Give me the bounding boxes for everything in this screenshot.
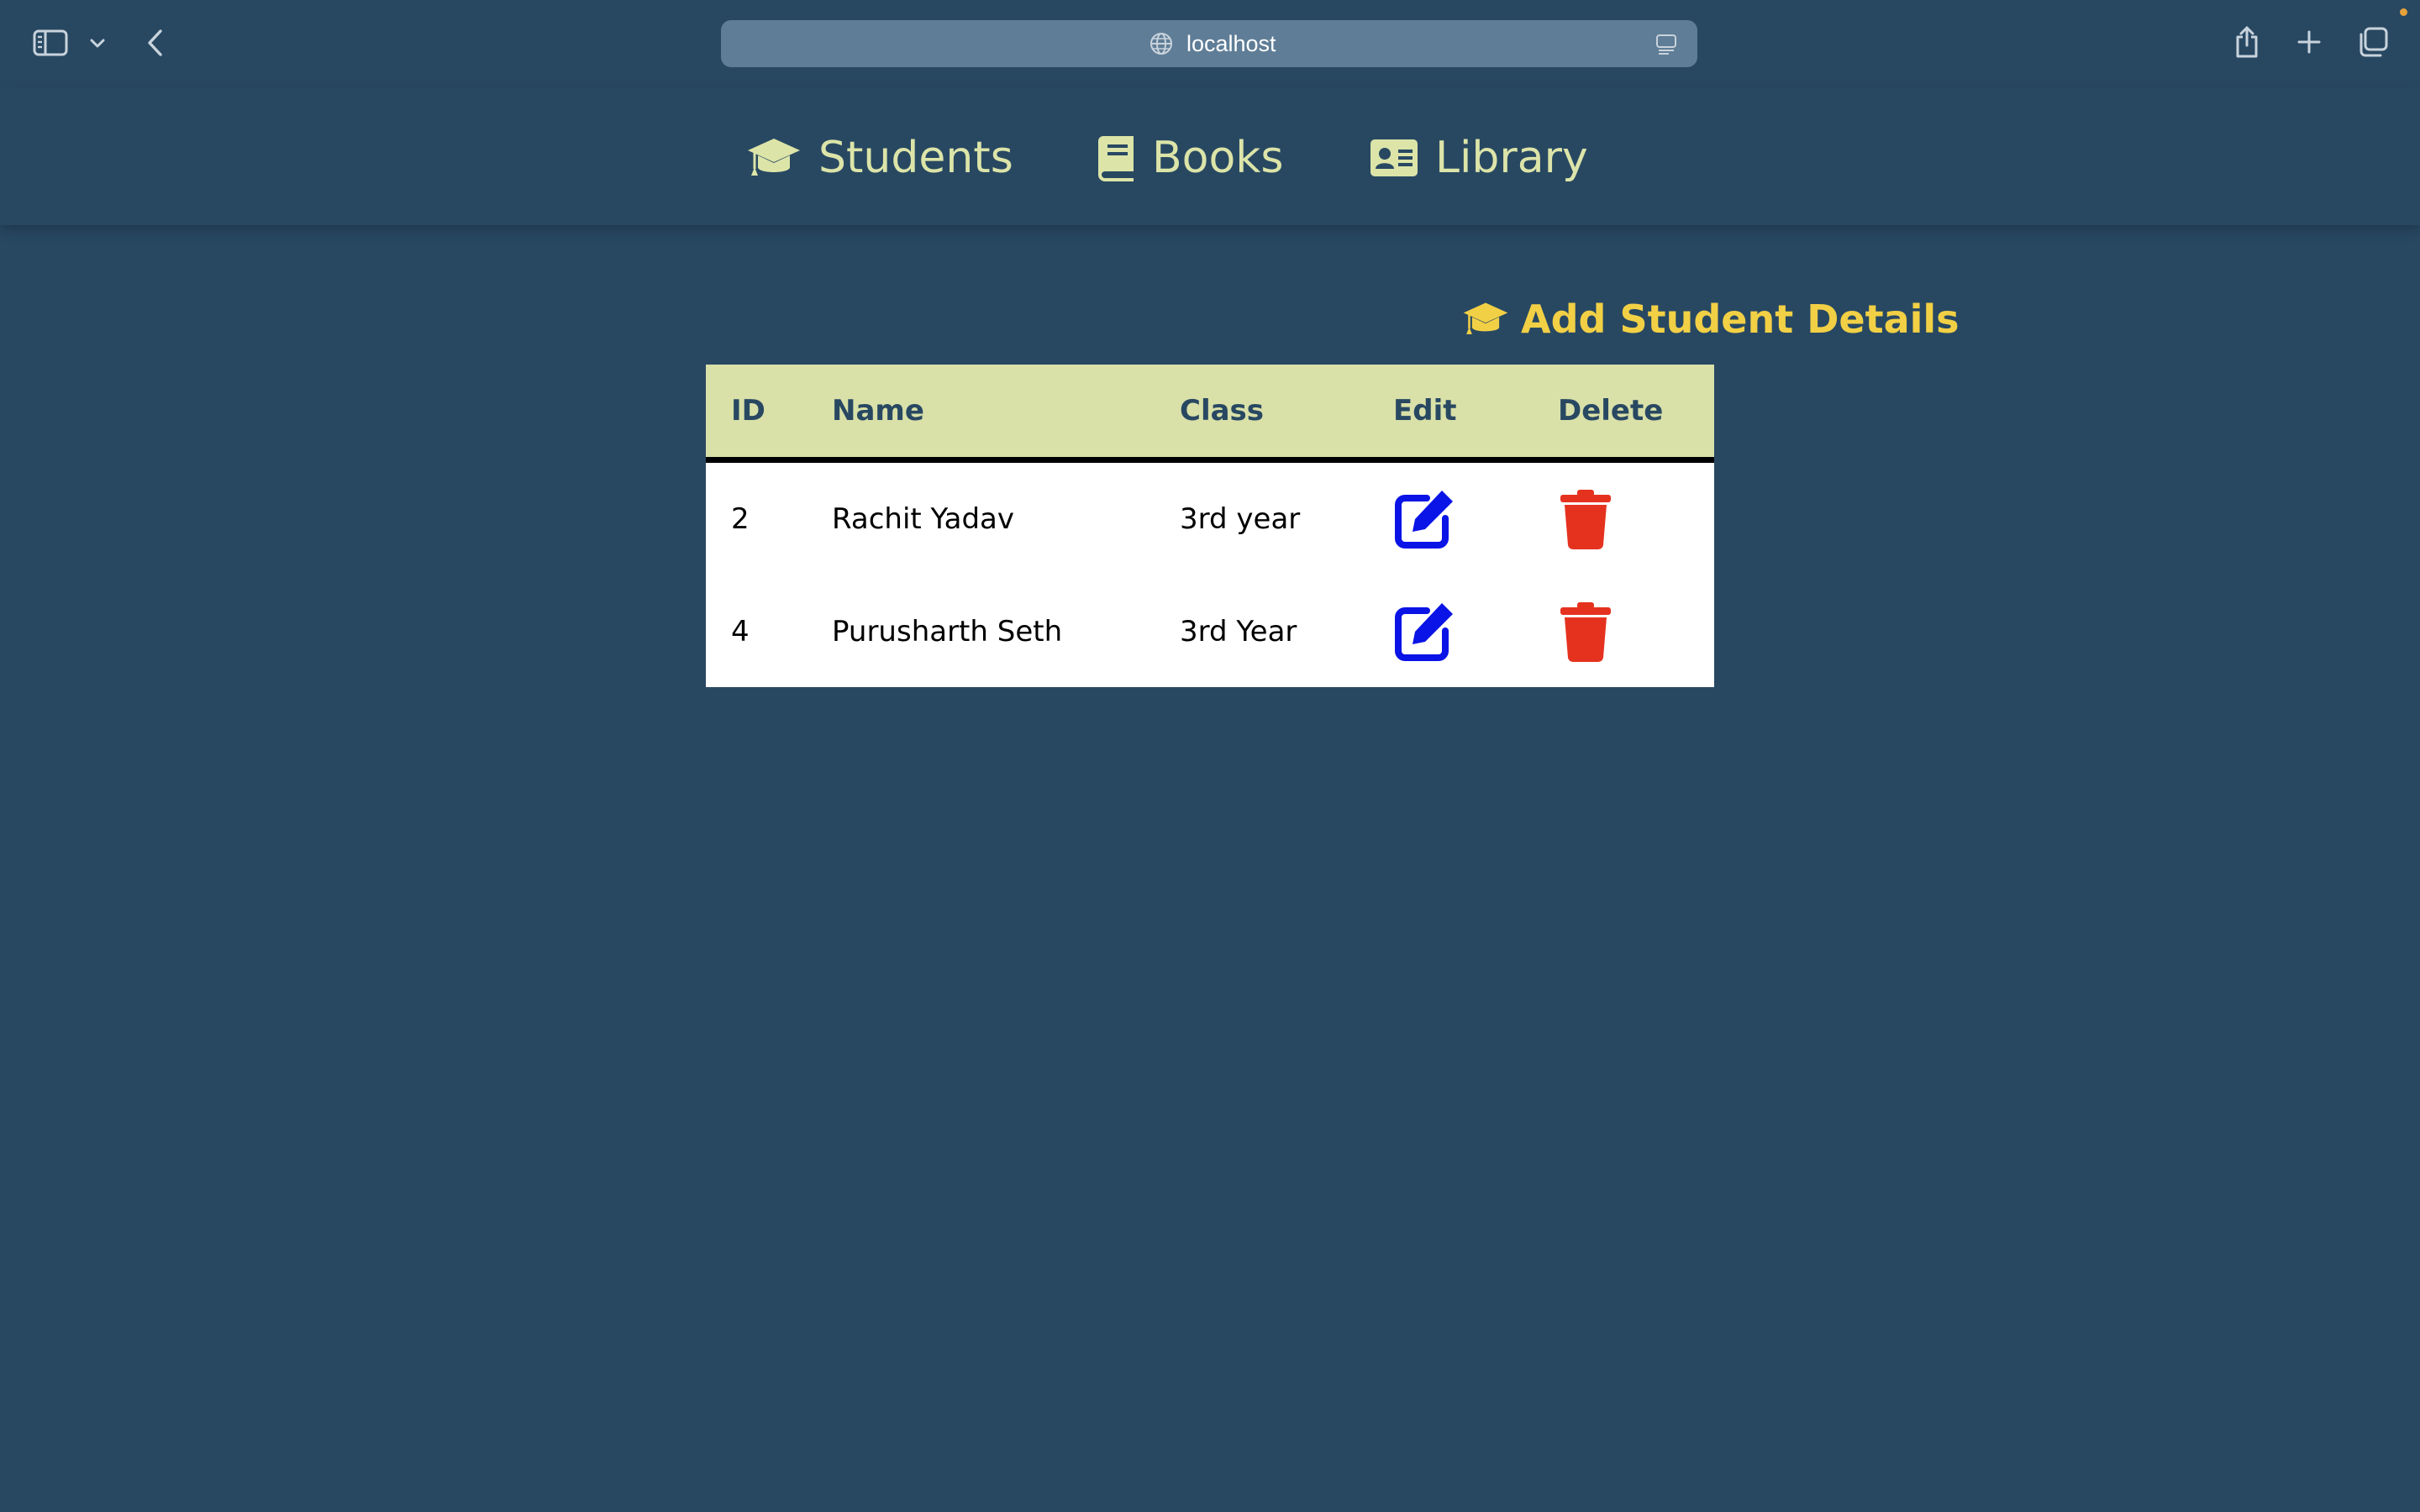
column-header-name: Name [832,394,924,428]
edit-icon[interactable] [1393,601,1455,663]
column-header-delete: Delete [1558,394,1664,428]
book-icon [1097,134,1135,181]
app-navbar: Students Books Library [0,87,2420,225]
sidebar-icon[interactable] [32,27,69,59]
column-header-id: ID [731,394,765,428]
nav-books-label: Books [1152,133,1284,183]
nav-library-label: Library [1435,133,1588,183]
student-class: 3rd year [1180,502,1301,536]
table-header: ID Name Class Edit Delete [706,365,1714,463]
nav-library[interactable]: Library [1370,131,1588,185]
nav-students-label: Students [818,133,1013,183]
address-url: localhost [1186,31,1276,56]
browser-toolbar: localhost [0,0,2420,87]
student-class: 3rd Year [1180,615,1297,648]
chevron-down-icon[interactable] [87,34,108,54]
column-header-class: Class [1180,394,1265,428]
graduation-cap-icon [1462,301,1509,338]
student-name: Rachit Yadav [832,502,1014,536]
student-id: 4 [731,615,750,648]
plus-icon[interactable] [2294,27,2324,57]
add-student-details-label: Add Student Details [1521,297,1960,342]
address-bar[interactable]: localhost [721,20,1697,67]
notification-dot [2400,8,2407,16]
id-card-icon [1370,139,1418,177]
trash-icon[interactable] [1555,601,1617,663]
student-name: Purusharth Seth [832,615,1063,648]
chevron-left-icon[interactable] [141,27,168,59]
nav-books[interactable]: Books [1097,131,1284,185]
column-header-edit: Edit [1393,394,1457,428]
table-row: 4 Purusharth Seth 3rd Year [706,575,1714,688]
add-student-details-button[interactable]: Add Student Details [1462,294,1960,344]
share-icon[interactable] [2232,24,2262,60]
trash-icon[interactable] [1555,488,1617,550]
students-table: ID Name Class Edit Delete 2 Rachit Yadav… [706,365,1714,687]
globe-icon [1150,32,1173,59]
tabs-overview-icon[interactable] [2356,25,2390,59]
student-id: 2 [731,502,750,536]
edit-icon[interactable] [1393,488,1455,550]
graduation-cap-icon [746,137,802,179]
table-row: 2 Rachit Yadav 3rd year [706,463,1714,575]
reader-icon[interactable] [1655,34,1677,59]
nav-students[interactable]: Students [746,131,1013,185]
